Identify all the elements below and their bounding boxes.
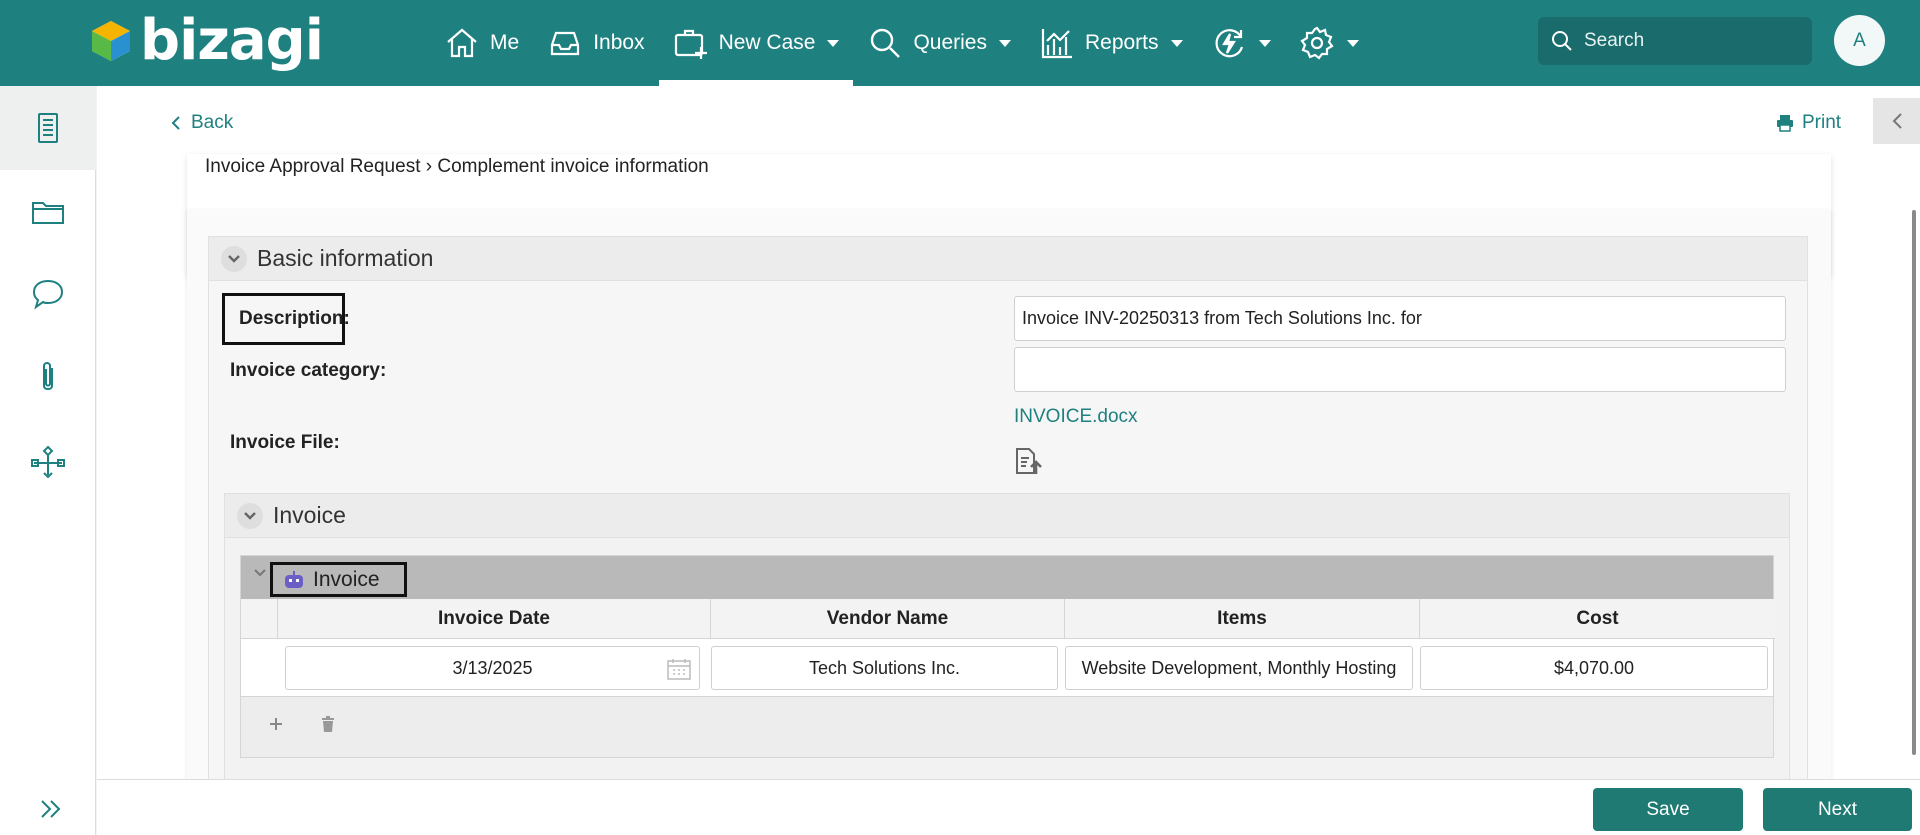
chevron-down-icon [237, 502, 263, 529]
print-button[interactable]: Print [1776, 112, 1841, 134]
chat-icon [32, 279, 64, 310]
inbox-icon [551, 31, 580, 56]
nav-queries[interactable]: Queries [853, 0, 1025, 86]
sidebar-expand-button[interactable] [36, 794, 66, 824]
search-icon [1552, 31, 1572, 51]
form-icon [38, 113, 58, 143]
nav-activity[interactable] [1197, 0, 1285, 86]
column-header-vendor-name[interactable]: Vendor Name [711, 599, 1065, 639]
trash-icon[interactable] [321, 716, 335, 732]
nav-me-label: Me [490, 31, 520, 54]
description-field[interactable]: Invoice INV-20250313 from Tech Solutions… [1014, 296, 1786, 341]
chevron-left-icon [1892, 113, 1902, 129]
chevron-down-icon [998, 39, 1011, 47]
new-case-icon [674, 29, 707, 59]
cost-cell[interactable]: $4,070.00 [1420, 646, 1768, 690]
footer-bar: Save Next [97, 779, 1920, 835]
chevron-down-icon [1258, 39, 1271, 47]
chart-icon [1041, 29, 1072, 59]
invoice-group-header[interactable]: Invoice [225, 494, 1789, 538]
grid-title: Invoice [313, 567, 380, 591]
nav-queries-label: Queries [913, 31, 987, 54]
sidebar-item-process[interactable] [0, 420, 96, 504]
grid-actions [269, 716, 335, 732]
description-label-box: Description: [222, 293, 350, 345]
bizagi-logo-icon [92, 21, 130, 61]
next-button[interactable]: Next [1763, 788, 1912, 831]
invoice-category-label: Invoice category: [230, 360, 387, 381]
robot-icon [285, 570, 303, 588]
invoice-date-cell[interactable]: 3/13/2025 [285, 646, 700, 690]
double-chevron-right-icon [41, 800, 61, 818]
nav-reports-label: Reports [1084, 31, 1159, 54]
folder-icon [32, 202, 64, 224]
column-header-cost[interactable]: Cost [1420, 599, 1775, 639]
collapse-panel-button[interactable] [1873, 98, 1920, 144]
basic-information-header[interactable]: Basic information [209, 237, 1807, 281]
row-select-header [241, 599, 278, 639]
process-map-icon [31, 445, 65, 479]
sidebar-item-attachments[interactable] [0, 336, 96, 420]
column-header-invoice-date[interactable]: Invoice Date [278, 599, 711, 639]
chevron-left-icon [171, 116, 180, 130]
calendar-icon[interactable] [667, 658, 691, 680]
save-button[interactable]: Save [1593, 788, 1743, 831]
chevron-down-icon [1170, 39, 1183, 47]
gear-icon [1299, 26, 1334, 60]
group-title: Basic information [257, 245, 434, 271]
search-icon [871, 28, 901, 58]
printer-icon [1777, 115, 1793, 132]
global-search[interactable] [1538, 17, 1812, 65]
breadcrumb: Invoice Approval Request › Complement in… [205, 156, 709, 177]
sidebar-item-form[interactable] [0, 86, 96, 170]
activity-bolt-icon [1215, 29, 1243, 58]
invoice-grid: Invoice Invoice Date Vendor Name Items C… [240, 555, 1775, 758]
back-label: Back [191, 112, 234, 133]
brand-name: bizagi [140, 8, 324, 73]
invoice-category-field[interactable] [1014, 347, 1786, 392]
bizagi-logo[interactable]: bizagi [90, 8, 324, 73]
home-icon [447, 28, 477, 58]
grid-title-box: Invoice [270, 562, 407, 597]
chevron-down-icon[interactable] [253, 568, 267, 578]
invoice-file-label: Invoice File: [230, 432, 340, 453]
description-label: Description: [239, 308, 350, 329]
search-input[interactable] [1584, 30, 1784, 52]
main-content: Back Print Invoice Approval Request › Co… [97, 86, 1920, 779]
grid-header: Invoice [241, 556, 1773, 599]
chevron-down-icon [221, 245, 247, 272]
print-label: Print [1802, 112, 1842, 133]
column-header-items[interactable]: Items [1065, 599, 1420, 639]
upload-file-icon[interactable] [1014, 446, 1044, 476]
nav-new-case-label: New Case [718, 31, 816, 54]
vendor-name-cell[interactable]: Tech Solutions Inc. [711, 646, 1058, 690]
add-row-icon[interactable] [269, 717, 283, 731]
scrollbar[interactable] [1912, 210, 1916, 755]
nav-new-case[interactable]: New Case [658, 0, 854, 86]
chevron-down-icon [1346, 39, 1359, 47]
main-nav: Me Inbox New Case Queries Reports [430, 0, 1373, 86]
sidebar-item-folder[interactable] [0, 170, 96, 254]
items-cell[interactable]: Website Development, Monthly Hosting [1065, 646, 1413, 690]
top-bar: bizagi Me Inbox New Case Queries Reports [0, 0, 1920, 86]
back-link[interactable]: Back [171, 112, 233, 134]
invoice-file-link[interactable]: INVOICE.docx [1014, 406, 1138, 428]
paperclip-icon [43, 362, 53, 390]
nav-inbox-label: Inbox [593, 31, 645, 54]
left-sidebar [0, 86, 96, 835]
invoice-date-value: 3/13/2025 [452, 657, 533, 678]
sidebar-item-chat[interactable] [0, 252, 96, 336]
nav-me[interactable]: Me [430, 0, 533, 86]
avatar[interactable]: A [1834, 15, 1885, 66]
nav-reports[interactable]: Reports [1025, 0, 1197, 86]
invoice-group-title: Invoice [273, 502, 346, 528]
nav-settings[interactable] [1285, 0, 1373, 86]
chevron-down-icon [827, 39, 840, 47]
nav-inbox[interactable]: Inbox [533, 0, 658, 86]
